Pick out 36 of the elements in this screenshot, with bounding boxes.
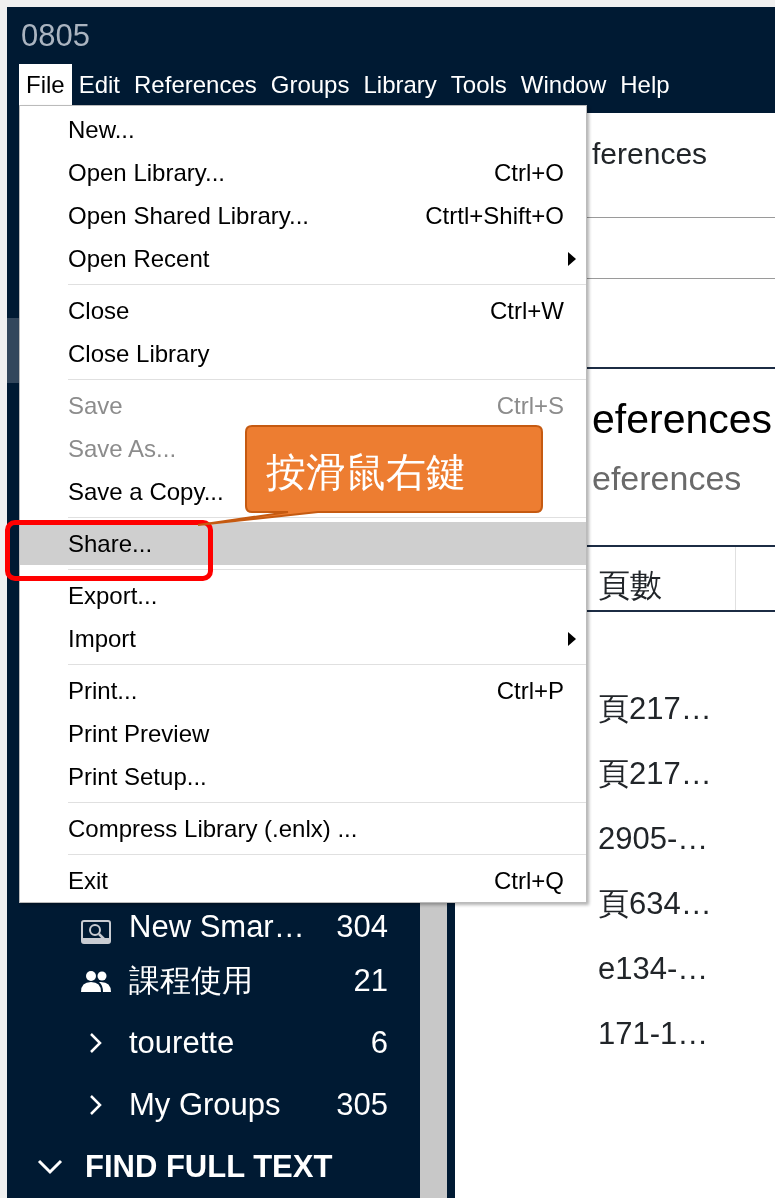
menu-item[interactable]: Help	[613, 64, 677, 106]
menu-item[interactable]: Tools	[443, 64, 514, 106]
pane-heading: ferences	[592, 137, 708, 170]
menu-entry[interactable]: Open Shared Library... Ctrtl+Shift+O	[20, 194, 586, 237]
library-subtitle: eferences	[592, 457, 742, 499]
menu-item[interactable]: File	[19, 64, 72, 106]
menu-entry[interactable]: New...	[20, 108, 586, 151]
menu-item[interactable]: Edit	[71, 64, 128, 106]
window-title: 0805	[20, 17, 91, 55]
menu-entry[interactable]: Print... Ctrl+P	[20, 669, 586, 712]
table-cell-text: 頁217…	[598, 690, 712, 729]
menu-entry[interactable]: Close Ctrl+W	[20, 289, 586, 332]
menu-item[interactable]: References	[127, 64, 264, 106]
table-cell-text: e134-…	[598, 950, 709, 989]
menu-item[interactable]: Window	[513, 64, 614, 106]
sidebar-item[interactable]: tourette 6	[7, 1012, 420, 1074]
sidebar-item[interactable]: My Groups 305	[7, 1074, 420, 1136]
table-cell-text: 頁217…	[598, 755, 712, 794]
menu-entry[interactable]: Import	[20, 617, 586, 660]
menu-item[interactable]: Library	[356, 64, 444, 106]
menu-entry[interactable]: Print Preview	[20, 712, 586, 755]
smart-group-icon	[81, 920, 111, 944]
menu-entry[interactable]: Share...	[20, 522, 586, 565]
sidebar-item[interactable]: 課程使用 21	[7, 950, 420, 1012]
menu-entry[interactable]: Compress Library (.enlx) ...	[20, 807, 586, 850]
table-cell-text: 頁634…	[598, 885, 712, 924]
table-cell-text: 2905-…	[598, 820, 709, 859]
library-title: eferences	[592, 395, 773, 444]
menu-item[interactable]: Groups	[263, 64, 357, 106]
menu-entry[interactable]: Close Library	[20, 332, 586, 375]
menu-entry[interactable]: Open Recent	[20, 237, 586, 280]
section-header[interactable]: FIND FULL TEXT	[7, 1136, 420, 1198]
table-cell-text: 171-1…	[598, 1015, 709, 1054]
people-icon	[81, 970, 111, 992]
menu-entry[interactable]: Print Setup...	[20, 755, 586, 798]
menu-entry[interactable]: Open Library... Ctrl+O	[20, 151, 586, 194]
